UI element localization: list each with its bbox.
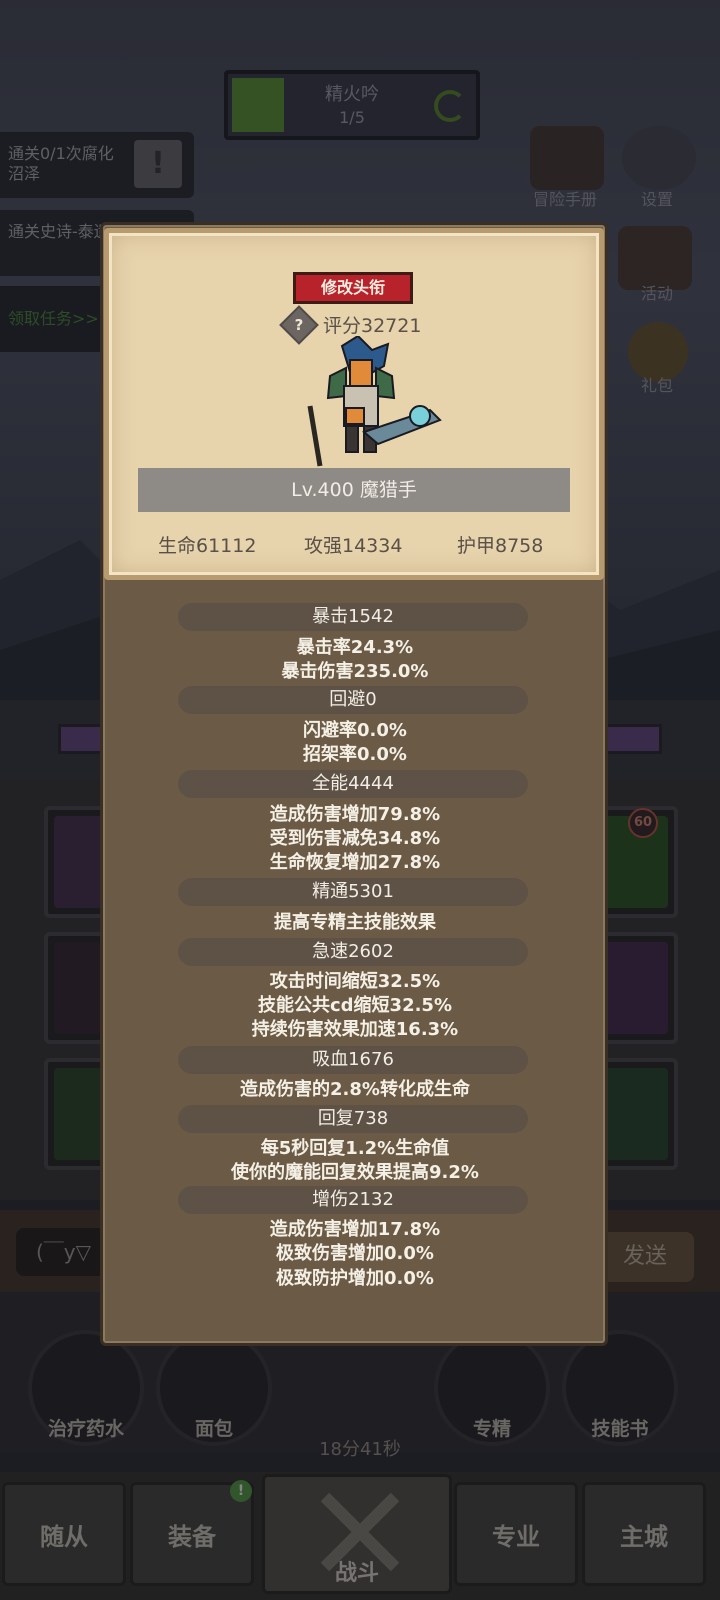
section-header-regen: 回复738 bbox=[178, 1105, 528, 1133]
hp-stat: 生命61112 bbox=[158, 535, 257, 557]
section-header-leech: 吸血1676 bbox=[178, 1046, 528, 1074]
stat-line: 提高专精主技能效果 bbox=[274, 912, 436, 933]
attack-power-stat: 攻强14334 bbox=[304, 535, 403, 557]
stat-line: 造成伤害增加79.8% bbox=[269, 804, 441, 825]
armor-stat: 护甲8758 bbox=[457, 535, 544, 557]
stat-line: 持续伤害效果加速16.3% bbox=[251, 1019, 459, 1040]
stat-line: 技能公共cd缩短32.5% bbox=[257, 995, 452, 1016]
level-class-bar: Lv.400 魔猎手 bbox=[138, 468, 570, 512]
stat-line: 生命恢复增加27.8% bbox=[269, 852, 441, 873]
section-header-crit: 暴击1542 bbox=[178, 603, 528, 631]
stat-line: 受到伤害减免34.8% bbox=[269, 828, 441, 849]
stat-line: 造成伤害的2.8%转化成生命 bbox=[240, 1079, 470, 1100]
stat-line: 极致伤害增加0.0% bbox=[276, 1243, 434, 1264]
score-text: 评分32721 bbox=[323, 315, 422, 337]
stat-line: 攻击时间缩短32.5% bbox=[269, 971, 441, 992]
stat-line: 极致防护增加0.0% bbox=[276, 1268, 434, 1289]
stat-line: 每5秒回复1.2%生命值 bbox=[260, 1138, 450, 1159]
section-header-avoidance: 回避0 bbox=[178, 686, 528, 714]
hero-portrait bbox=[307, 336, 442, 467]
stat-line: 暴击伤害235.0% bbox=[281, 661, 429, 682]
stat-line: 暴击率24.3% bbox=[296, 637, 414, 658]
stat-line: 招架率0.0% bbox=[303, 744, 407, 765]
stat-line: 使你的魔能回复效果提高9.2% bbox=[231, 1162, 479, 1183]
section-header-haste: 急速2602 bbox=[178, 938, 528, 966]
stat-line: 闪避率0.0% bbox=[303, 720, 407, 741]
change-title-button[interactable]: 修改头衔 bbox=[293, 272, 413, 304]
section-header-versatility: 全能4444 bbox=[178, 770, 528, 798]
section-header-damage-bonus: 增伤2132 bbox=[178, 1186, 528, 1214]
section-header-mastery: 精通5301 bbox=[178, 878, 528, 906]
stat-line: 造成伤害增加17.8% bbox=[269, 1219, 441, 1240]
help-icon-glyph: ? bbox=[294, 316, 304, 334]
